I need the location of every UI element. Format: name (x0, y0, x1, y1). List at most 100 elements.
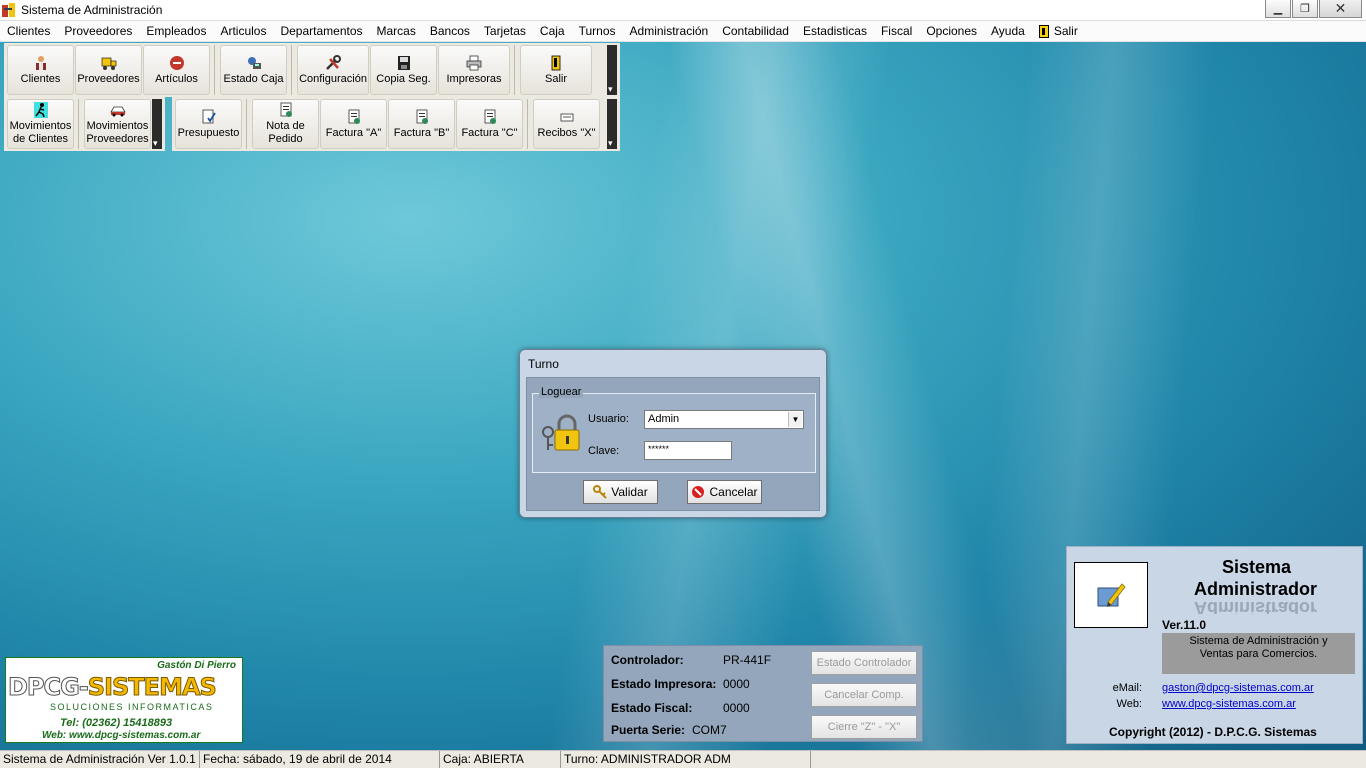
about-panel: Sistema Administrador Administrador Ver.… (1066, 546, 1363, 744)
cash-register-icon (247, 56, 261, 69)
usuario-select-value: Admin (648, 413, 680, 425)
minimize-button[interactable]: ▁ (1265, 0, 1291, 18)
app-logo-box (1074, 562, 1148, 628)
toolbar-factura-c-button[interactable]: Factura "C" (456, 99, 523, 149)
toolbar-factura-a-button[interactable]: Factura "A" (320, 99, 387, 149)
logo-author: Gastón Di Pierro (157, 660, 236, 671)
status-empty (811, 751, 1366, 768)
about-description: Sistema de Administración y Ventas para … (1162, 633, 1355, 674)
controlador-value: PR-441F (723, 653, 772, 667)
vehicle-icon (109, 106, 126, 117)
toolbar-recibos-x-button[interactable]: Recibos "X" (533, 99, 600, 149)
receipt-icon (560, 113, 573, 121)
menu-opciones[interactable]: Opciones (926, 24, 977, 38)
toolbar-clientes-button[interactable]: Clientes (7, 45, 74, 95)
menu-turnos[interactable]: Turnos (579, 24, 616, 38)
validar-button[interactable]: Validar (583, 480, 658, 504)
toolbar-proveedores-button[interactable]: Proveedores (75, 45, 142, 95)
products-icon (169, 55, 184, 70)
copyright: Copyright (2012) - D.P.C.G. Sistemas (1109, 725, 1317, 739)
invoice-icon (484, 109, 496, 124)
invoice-icon (416, 109, 428, 124)
menu-fiscal[interactable]: Fiscal (881, 24, 912, 38)
toolbar-estado-caja-button[interactable]: Estado Caja (220, 45, 287, 95)
menu-empleados[interactable]: Empleados (146, 24, 206, 38)
quote-document-icon (202, 109, 216, 123)
fiscal-controller-panel: Controlador: PR-441F Estado Impresora: 0… (603, 645, 923, 742)
puerta-serie-label: Puerta Serie: (611, 723, 686, 737)
clients-icon (35, 55, 46, 70)
toolbar-presupuesto-button[interactable]: Presupuesto (175, 99, 242, 149)
toolbar-configuracion-button[interactable]: Configuración (297, 45, 369, 95)
truck-icon (101, 57, 116, 70)
close-icon: ✕ (1334, 0, 1347, 16)
toolbar-clientes-label: Clientes (20, 72, 61, 85)
toolbar-configuracion-label: Configuración (299, 72, 367, 85)
menu-marcas[interactable]: Marcas (377, 24, 416, 38)
running-man-icon (33, 102, 48, 118)
exit-door-icon (1038, 24, 1049, 38)
movements-toolbar: Movimientos de Clientes Movimientos Prov… (4, 97, 165, 151)
toolbar-mov-clientes-label-2: de Clientes (12, 133, 69, 145)
toolbar-grip[interactable] (607, 45, 617, 95)
toolbar-copia-seg-button[interactable]: Copia Seg. (370, 45, 437, 95)
toolbar-mov-proveedores-button[interactable]: Movimientos Proveedores (84, 99, 151, 149)
exit-door-icon (551, 55, 561, 70)
menu-tarjetas[interactable]: Tarjetas (484, 24, 526, 38)
clave-password-value: ****** (648, 444, 670, 454)
pencil-document-icon (1097, 583, 1126, 607)
estado-fiscal-value: 0000 (723, 701, 750, 715)
clave-password-field[interactable]: ****** (644, 441, 732, 460)
menu-articulos[interactable]: Articulos (220, 24, 266, 38)
toolbar-salir-button[interactable]: Salir (520, 45, 592, 95)
toolbar-impresoras-button[interactable]: Impresoras (438, 45, 510, 95)
tools-icon (326, 54, 341, 70)
menu-salir-label: Salir (1053, 24, 1078, 38)
web-link[interactable]: www.dpcg-sistemas.com.ar (1162, 698, 1296, 710)
cancelar-button[interactable]: Cancelar (687, 480, 762, 504)
menu-salir[interactable]: Salir (1038, 24, 1078, 38)
estado-fiscal-label: Estado Fiscal: (611, 701, 693, 715)
menu-contabilidad[interactable]: Contabilidad (722, 24, 789, 38)
restore-button[interactable]: ❐ (1292, 0, 1318, 18)
close-button[interactable]: ✕ (1319, 0, 1362, 18)
status-turno: Turno: ADMINISTRADOR ADM (561, 751, 811, 768)
toolbar-mov-proveedores-label-2: Proveedores (86, 133, 149, 145)
dialog-body: Loguear Usuario: Admin ▼ Clave: ****** V… (526, 377, 820, 511)
toolbar-articulos-button[interactable]: Artículos (143, 45, 210, 95)
title-bar: Sistema de Administración ▁ ❐ ✕ (0, 0, 1366, 21)
menu-proveedores[interactable]: Proveedores (64, 24, 132, 38)
estado-controlador-button[interactable]: Estado Controlador (811, 651, 917, 675)
usuario-label: Usuario: (588, 413, 629, 425)
controlador-label: Controlador: (611, 653, 684, 667)
toolbar-grip[interactable] (152, 99, 162, 149)
toolbar-mov-clientes-button[interactable]: Movimientos de Clientes (7, 99, 74, 149)
menu-caja[interactable]: Caja (540, 24, 565, 38)
toolbar-nota-pedido-button[interactable]: Nota de Pedido (252, 99, 319, 149)
estado-impresora-value: 0000 (723, 677, 750, 691)
usuario-select[interactable]: Admin ▼ (644, 410, 804, 429)
menu-estadisticas[interactable]: Estadisticas (803, 24, 867, 38)
logo-web: Web: www.dpcg-sistemas.com.ar (42, 730, 201, 741)
toolbar-nota-pedido-label-1: Nota de (266, 120, 305, 132)
menu-bancos[interactable]: Bancos (430, 24, 470, 38)
main-toolbar: Clientes Proveedores Artículos Estado Ca… (4, 43, 620, 97)
about-version: Ver.11.0 (1162, 618, 1207, 632)
menu-ayuda[interactable]: Ayuda (991, 24, 1025, 38)
status-caja: Caja: ABIERTA (440, 751, 561, 768)
order-note-icon (280, 102, 292, 117)
cancelar-comp-button[interactable]: Cancelar Comp. (811, 683, 917, 707)
cierre-zx-button[interactable]: Cierre "Z" - "X" (811, 715, 917, 739)
dropdown-arrow-icon[interactable]: ▼ (788, 412, 802, 427)
email-link[interactable]: gaston@dpcg-sistemas.com.ar (1162, 682, 1314, 694)
web-label: Web: (1116, 698, 1142, 710)
menu-administracion[interactable]: Administración (630, 24, 709, 38)
window-controls: ▁ ❐ ✕ (1265, 0, 1362, 18)
logo-tagline: SOLUCIONES INFORMATICAS (50, 702, 214, 712)
invoice-icon (348, 109, 360, 124)
menu-departamentos[interactable]: Departamentos (280, 24, 362, 38)
toolbar-grip[interactable] (607, 99, 617, 149)
minimize-icon: ▁ (1273, 3, 1283, 15)
menu-clientes[interactable]: Clientes (7, 24, 50, 38)
toolbar-factura-b-button[interactable]: Factura "B" (388, 99, 455, 149)
